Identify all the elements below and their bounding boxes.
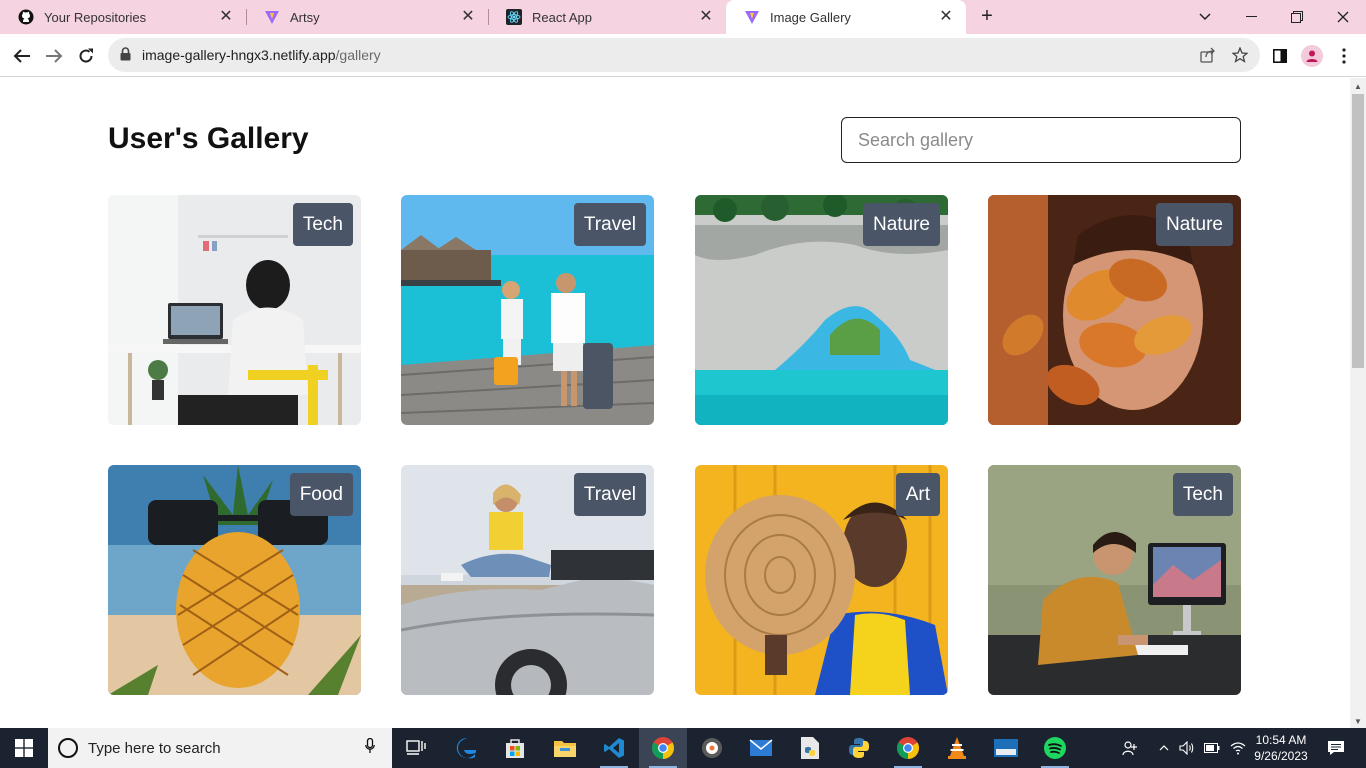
camtasia-icon[interactable] (982, 728, 1030, 768)
cortana-icon (58, 738, 78, 758)
new-tab-icon[interactable]: + (976, 5, 998, 27)
tab-close-icon[interactable]: ✕ (460, 9, 476, 25)
wifi-icon[interactable] (1227, 728, 1249, 768)
windows-start-icon[interactable] (0, 728, 48, 768)
chrome-profile-icon[interactable] (884, 728, 932, 768)
category-badge: Food (289, 473, 353, 516)
menu-kebab-icon[interactable] (1330, 42, 1358, 70)
reload-icon[interactable] (72, 42, 100, 70)
url-host: image-gallery-hngx3.netlify.app (142, 47, 336, 63)
vscode-icon[interactable] (590, 728, 638, 768)
vite-icon (744, 9, 760, 25)
back-icon[interactable] (8, 42, 36, 70)
category-badge: Art (895, 473, 940, 516)
tab-close-icon[interactable]: ✕ (698, 9, 714, 25)
tab-react-app[interactable]: React App ✕ (488, 0, 726, 34)
profile-icon (1301, 45, 1323, 67)
gallery-card[interactable]: Nature (988, 195, 1241, 425)
share-icon[interactable] (1199, 46, 1217, 64)
forward-icon[interactable] (40, 42, 68, 70)
category-badge: Travel (573, 203, 646, 246)
gallery-card[interactable]: Food (108, 465, 361, 695)
search-input[interactable] (841, 117, 1241, 163)
category-badge: Nature (1155, 203, 1233, 246)
tab-image-gallery[interactable]: Image Gallery ✕ (726, 0, 966, 34)
category-badge: Nature (862, 203, 940, 246)
chrome-icon[interactable] (639, 728, 687, 768)
category-badge: Tech (1172, 473, 1233, 516)
lock-icon[interactable] (120, 47, 131, 66)
gallery-card[interactable]: Art (695, 465, 948, 695)
side-panel-icon[interactable] (1266, 42, 1294, 70)
tab-strip: Your Repositories ✕ Artsy ✕ React App ✕ … (0, 0, 1366, 34)
people-icon[interactable] (1116, 728, 1144, 768)
scroll-thumb[interactable] (1352, 94, 1364, 368)
close-window-icon[interactable] (1320, 0, 1366, 34)
tab-search-chevron-icon[interactable] (1182, 0, 1228, 34)
url-path: /gallery (335, 47, 381, 63)
tab-artsy[interactable]: Artsy ✕ (246, 0, 488, 34)
browser-toolbar: image-gallery-hngx3.netlify.app/gallery (0, 34, 1366, 77)
taskbar-search-box[interactable]: Type here to search (48, 728, 392, 768)
show-hidden-icons-chevron-icon[interactable] (1154, 728, 1174, 768)
profile-avatar[interactable] (1298, 42, 1326, 70)
taskbar-search-placeholder: Type here to search (88, 739, 221, 757)
bookmark-star-icon[interactable] (1231, 46, 1249, 64)
tab-title: Artsy (290, 9, 320, 25)
task-view-icon[interactable] (392, 728, 440, 768)
category-badge: Tech (292, 203, 353, 246)
python-file-icon[interactable] (786, 728, 834, 768)
tab-close-icon[interactable]: ✕ (938, 9, 954, 25)
tab-close-icon[interactable]: ✕ (218, 9, 234, 25)
vite-icon (264, 9, 280, 25)
tab-title: React App (532, 9, 592, 25)
microsoft-store-icon[interactable] (491, 728, 539, 768)
react-icon (506, 9, 522, 25)
system-clock[interactable]: 10:54 AM 9/26/2023 (1248, 732, 1314, 764)
battery-icon[interactable] (1201, 728, 1223, 768)
python-icon[interactable] (835, 728, 883, 768)
category-badge: Travel (573, 473, 646, 516)
tab-title: Image Gallery (770, 9, 851, 25)
address-bar[interactable]: image-gallery-hngx3.netlify.app/gallery (108, 38, 1260, 72)
vlc-icon[interactable] (933, 728, 981, 768)
spotify-icon[interactable] (1031, 728, 1079, 768)
windows-taskbar: Type here to search 10:54 AM 9/26/2023 (0, 728, 1366, 768)
scroll-down-arrow-icon[interactable]: ▼ (1354, 717, 1362, 726)
microphone-icon[interactable] (360, 737, 380, 759)
file-explorer-icon[interactable] (541, 728, 589, 768)
page-title: User's Gallery (108, 122, 309, 155)
edge-icon[interactable] (443, 728, 491, 768)
scroll-up-arrow-icon[interactable]: ▲ (1354, 82, 1362, 91)
volume-icon[interactable] (1176, 728, 1198, 768)
minimize-icon[interactable] (1228, 0, 1274, 34)
clock-time: 10:54 AM (1255, 733, 1307, 747)
clock-date: 9/26/2023 (1254, 749, 1308, 763)
notifications-icon[interactable] (1318, 728, 1354, 768)
url-text: image-gallery-hngx3.netlify.app/gallery (142, 47, 381, 63)
gallery-page: User's Gallery Tech (0, 78, 1350, 728)
tab-title: Your Repositories (44, 9, 147, 25)
gallery-card[interactable]: Tech (988, 465, 1241, 695)
page-scrollbar[interactable]: ▲ ▼ (1350, 78, 1366, 728)
gallery-card[interactable]: Travel (401, 195, 654, 425)
github-icon (18, 9, 34, 25)
gallery-card[interactable]: Tech (108, 195, 361, 425)
tab-your-repositories[interactable]: Your Repositories ✕ (0, 0, 246, 34)
restore-icon[interactable] (1274, 0, 1320, 34)
mail-icon[interactable] (737, 728, 785, 768)
gallery-card[interactable]: Travel (401, 465, 654, 695)
media-player-icon[interactable] (688, 728, 736, 768)
gallery-card[interactable]: Nature (695, 195, 948, 425)
